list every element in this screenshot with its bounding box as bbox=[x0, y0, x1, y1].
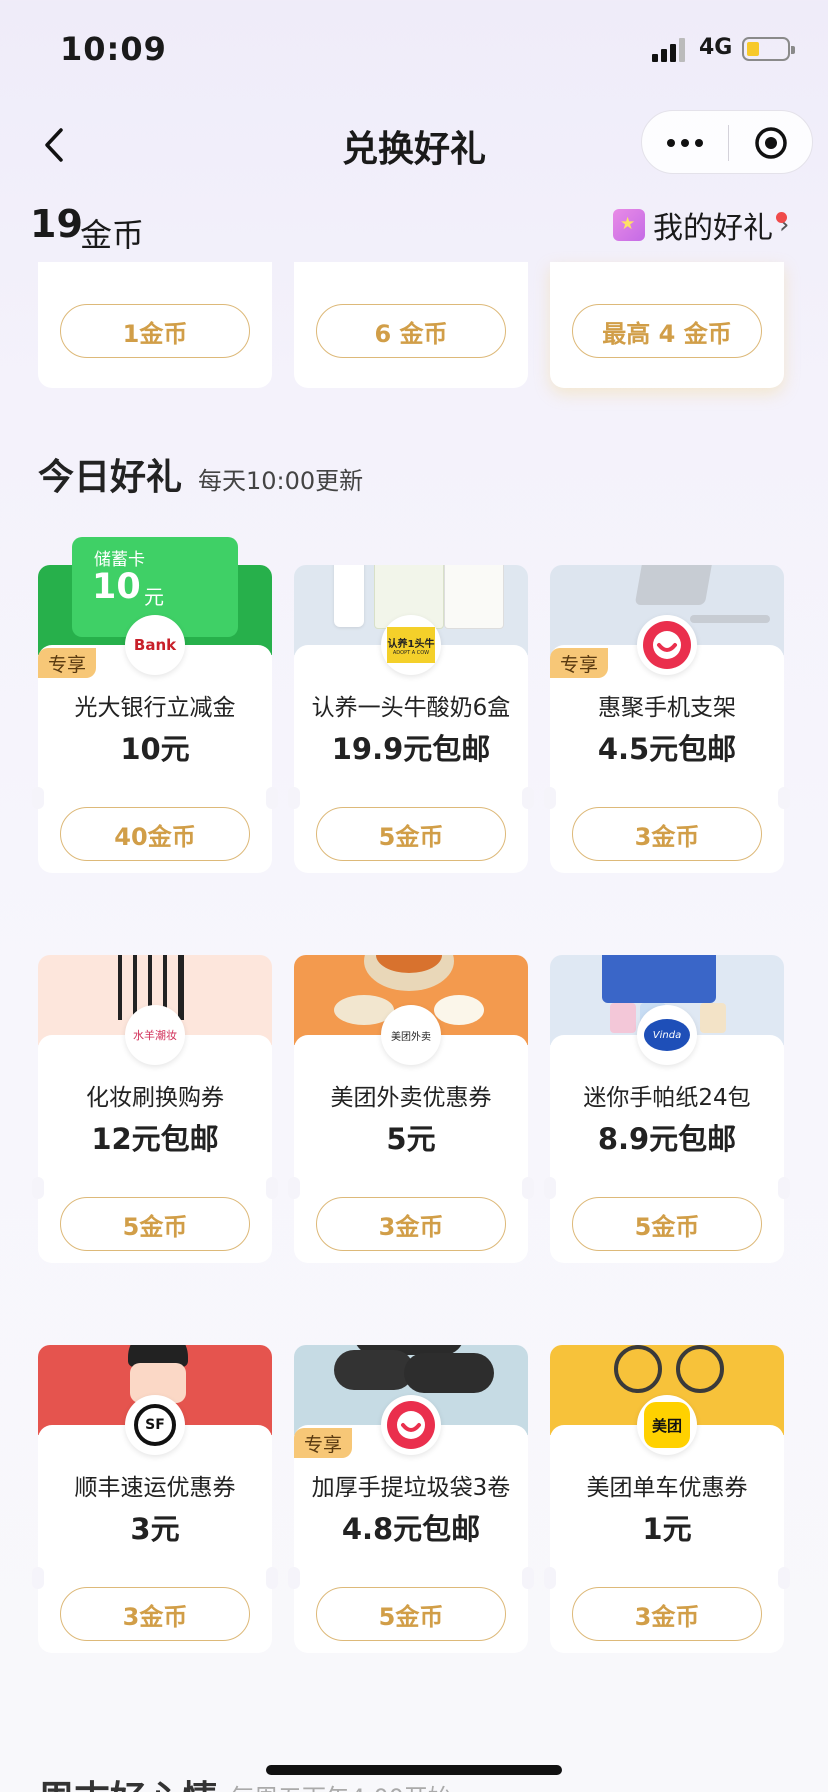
exclusive-badge: 专享 bbox=[550, 648, 608, 678]
logo-text: 美团 bbox=[651, 1416, 682, 1435]
gift-card-phone-stand[interactable]: 专享 惠聚手机支架 4.5元包邮 3金币 bbox=[544, 535, 790, 873]
redeem-button[interactable]: 6 金币 bbox=[316, 304, 506, 358]
brand-logo: 美团 bbox=[637, 1395, 697, 1455]
redeem-button[interactable]: 最高 4 金币 bbox=[572, 304, 762, 358]
huiju-logo-icon bbox=[387, 1401, 435, 1449]
logo-text: 美团外卖 bbox=[391, 1031, 431, 1043]
product-name: 光大银行立减金 bbox=[74, 695, 236, 721]
redeem-button[interactable]: 5金币 bbox=[60, 1197, 250, 1251]
weekend-section-subtitle: 每周五下午4:00开始 bbox=[230, 1778, 452, 1792]
product-price: 10元 bbox=[120, 732, 190, 766]
network-label: 4G bbox=[699, 35, 733, 60]
brand-logo bbox=[637, 615, 697, 675]
exclusive-badge: 专享 bbox=[294, 1428, 352, 1458]
logo-text: 认养1头牛 bbox=[387, 638, 435, 650]
top-card-3: 最高 4 金币 bbox=[550, 262, 784, 388]
coin-balance-bar: 19 金币 我的好礼 › bbox=[0, 190, 828, 260]
product-name: 顺丰速运优惠券 bbox=[74, 1475, 236, 1501]
mini-program-capsule bbox=[641, 110, 813, 174]
redeem-button[interactable]: 1金币 bbox=[60, 304, 250, 358]
product-price: 12元包邮 bbox=[91, 1122, 219, 1156]
coin-count: 19 bbox=[30, 202, 83, 246]
brand-logo: 水羊潮妆 bbox=[125, 1005, 185, 1065]
product-name: 惠聚手机支架 bbox=[598, 695, 736, 721]
product-name: 迷你手帕纸24包 bbox=[583, 1085, 751, 1111]
section-title: 今日好礼 bbox=[38, 457, 183, 498]
brand-logo: 美团外卖 bbox=[381, 1005, 441, 1065]
gift-card-trash-bag[interactable]: 专享 加厚手提垃圾袋3卷 4.8元包邮 5金币 bbox=[288, 1315, 534, 1653]
today-section-header: 今日好礼 每天10:00更新 bbox=[38, 448, 363, 500]
my-gifts-label: 我的好礼 bbox=[653, 211, 773, 246]
nav-bar: 兑换好礼 bbox=[0, 100, 828, 190]
exclusive-badge: 专享 bbox=[38, 648, 96, 678]
logo-text: 水羊潮妆 bbox=[133, 1029, 177, 1042]
gift-card-bank[interactable]: 储蓄卡 10 元 Bank 专享 光大银行立减金 10元 40金币 bbox=[32, 535, 278, 873]
gift-card-makeup-brush[interactable]: 水羊潮妆 化妆刷换购券 12元包邮 5金币 bbox=[32, 925, 278, 1263]
redeem-button[interactable]: 40金币 bbox=[60, 807, 250, 861]
product-price: 3元 bbox=[130, 1512, 180, 1546]
product-name: 认养一头牛酸奶6盒 bbox=[311, 695, 511, 721]
logo-text: SF bbox=[145, 1417, 165, 1433]
brand-logo: 认养1头牛 ADOPT A COW bbox=[381, 615, 441, 675]
weekend-section-title: 周末好心情 bbox=[38, 1770, 218, 1792]
home-indicator[interactable] bbox=[266, 1765, 562, 1775]
product-price: 4.8元包邮 bbox=[341, 1512, 481, 1546]
product-price: 5元 bbox=[386, 1122, 436, 1156]
product-name: 加厚手提垃圾袋3卷 bbox=[311, 1475, 511, 1501]
top-card-2: 6 金币 bbox=[294, 262, 528, 388]
product-name: 美团单车优惠券 bbox=[586, 1475, 748, 1501]
redeem-button[interactable]: 5金币 bbox=[572, 1197, 762, 1251]
brand-logo: Bank bbox=[125, 615, 185, 675]
product-price: 1元 bbox=[642, 1512, 692, 1546]
signal-icon bbox=[652, 38, 688, 62]
product-price: 8.9元包邮 bbox=[597, 1122, 737, 1156]
logo-text: Bank bbox=[133, 636, 177, 654]
gift-card-yogurt[interactable]: 认养1头牛 ADOPT A COW 认养一头牛酸奶6盒 19.9元包邮 5金币 bbox=[288, 535, 534, 873]
gift-card-tissue[interactable]: Vinda 迷你手帕纸24包 8.9元包邮 5金币 bbox=[544, 925, 790, 1263]
redeem-button[interactable]: 3金币 bbox=[572, 807, 762, 861]
gift-card-meituan-waimai[interactable]: 美团外卖 美团外卖优惠券 5元 3金币 bbox=[288, 925, 534, 1263]
product-price: 19.9元包邮 bbox=[331, 732, 491, 766]
redeem-button[interactable]: 3金币 bbox=[60, 1587, 250, 1641]
more-button[interactable] bbox=[642, 111, 728, 175]
top-card-1: 1金币 bbox=[38, 262, 272, 388]
section-subtitle: 每天10:00更新 bbox=[198, 467, 364, 495]
redeem-button[interactable]: 5金币 bbox=[316, 1587, 506, 1641]
target-close-icon bbox=[755, 127, 787, 159]
redeem-button[interactable]: 3金币 bbox=[316, 1197, 506, 1251]
brand-logo bbox=[381, 1395, 441, 1455]
coupon-amount: 10 bbox=[92, 567, 141, 607]
gift-card-meituan-bike[interactable]: 美团 美团单车优惠券 1元 3金币 bbox=[544, 1315, 790, 1653]
status-time: 10:09 bbox=[60, 30, 167, 68]
logo-subtext: ADOPT A COW bbox=[392, 649, 430, 656]
product-name: 化妆刷换购券 bbox=[86, 1085, 224, 1111]
coupon-unit: 元 bbox=[144, 585, 164, 609]
notification-dot bbox=[776, 212, 787, 223]
gift-card-sf-express[interactable]: SF 顺丰速运优惠券 3元 3金币 bbox=[32, 1315, 278, 1653]
more-dots-icon bbox=[667, 139, 675, 147]
gift-calendar-icon bbox=[613, 209, 645, 241]
coin-unit: 金币 bbox=[80, 216, 145, 254]
product-price: 4.5元包邮 bbox=[597, 732, 737, 766]
close-button[interactable] bbox=[728, 111, 814, 175]
redeem-button[interactable]: 5金币 bbox=[316, 807, 506, 861]
status-bar: 10:09 4G bbox=[0, 0, 828, 100]
brand-logo: Vinda bbox=[637, 1005, 697, 1065]
logo-text: Vinda bbox=[652, 1029, 682, 1041]
my-gifts-link[interactable]: 我的好礼 › bbox=[613, 202, 789, 248]
redeem-button[interactable]: 3金币 bbox=[572, 1587, 762, 1641]
battery-icon bbox=[742, 37, 795, 61]
huiju-logo-icon bbox=[643, 621, 691, 669]
product-name: 美团外卖优惠券 bbox=[330, 1085, 492, 1111]
brand-logo: SF bbox=[125, 1395, 185, 1455]
